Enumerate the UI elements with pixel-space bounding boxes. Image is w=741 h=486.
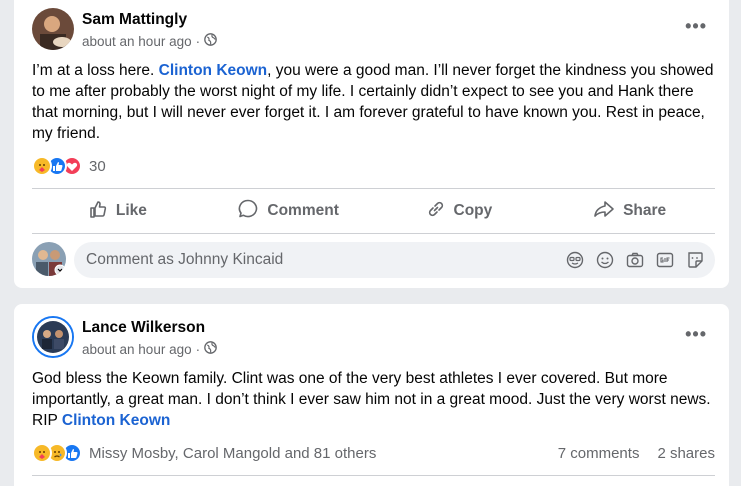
- author-avatar[interactable]: [32, 316, 74, 358]
- share-button[interactable]: Share: [544, 193, 715, 229]
- comments-count[interactable]: 7 comments: [558, 445, 640, 462]
- emoji-icon[interactable]: [595, 250, 615, 270]
- avatar-sticker-icon[interactable]: [565, 250, 585, 270]
- meta-separator: ·: [195, 341, 201, 357]
- care-reaction-icon: [32, 156, 52, 176]
- share-label: Share: [623, 202, 667, 219]
- post-text-start: I’m at a loss here.: [32, 62, 159, 79]
- post-card: Sam Mattingly about an hour ago · ••• I’…: [14, 0, 729, 288]
- author-name[interactable]: Lance Wilkerson: [82, 319, 205, 337]
- reactions-summary[interactable]: 30: [32, 156, 106, 176]
- comment-tools: [565, 250, 705, 270]
- post-text: God bless the Keown family. Clint was on…: [32, 368, 715, 431]
- copy-button[interactable]: Copy: [374, 193, 545, 229]
- reactions-summary[interactable]: Missy Mosby, Carol Mangold and 81 others: [32, 443, 376, 463]
- globe-icon: [204, 341, 217, 357]
- gif-icon[interactable]: [655, 250, 675, 270]
- post-card: Lance Wilkerson about an hour ago · ••• …: [14, 304, 729, 486]
- comment-button[interactable]: Comment: [203, 193, 374, 229]
- post-stats: 7 comments 2 shares: [558, 445, 715, 462]
- post-time[interactable]: about an hour ago: [82, 342, 192, 357]
- like-label: Like: [115, 202, 147, 219]
- post-text: I’m at a loss here. Clinton Keown, you w…: [32, 60, 715, 144]
- post-time[interactable]: about an hour ago: [82, 34, 192, 49]
- post-actions: Like Comment Copy Share: [32, 193, 715, 229]
- shares-count[interactable]: 2 shares: [657, 445, 715, 462]
- comment-icon: [237, 198, 259, 225]
- post-meta: about an hour ago ·: [82, 33, 217, 49]
- like-button[interactable]: Like: [32, 193, 203, 229]
- author-name[interactable]: Sam Mattingly: [82, 11, 187, 29]
- divider: [32, 188, 715, 189]
- globe-icon: [204, 33, 217, 49]
- copy-label: Copy: [453, 202, 493, 219]
- meta-separator: ·: [195, 33, 201, 49]
- author-avatar[interactable]: [32, 8, 74, 50]
- post-meta: about an hour ago ·: [82, 341, 217, 357]
- divider: [32, 475, 715, 476]
- reaction-names[interactable]: Missy Mosby, Carol Mangold and 81 others: [89, 445, 376, 462]
- share-icon: [593, 199, 615, 224]
- comment-composer: Comment as Johnny Kincaid: [32, 242, 715, 278]
- tagged-person-link[interactable]: Clinton Keown: [159, 62, 268, 79]
- current-user-avatar[interactable]: [32, 242, 66, 276]
- comment-label: Comment: [267, 202, 339, 219]
- like-icon: [88, 199, 108, 224]
- more-options-icon[interactable]: •••: [685, 324, 707, 345]
- divider: [32, 233, 715, 234]
- comment-placeholder: Comment as Johnny Kincaid: [86, 251, 284, 268]
- sticker-icon[interactable]: [685, 250, 705, 270]
- care-reaction-icon: [32, 443, 52, 463]
- camera-icon[interactable]: [625, 250, 645, 270]
- more-options-icon[interactable]: •••: [685, 16, 707, 37]
- tagged-person-link[interactable]: Clinton Keown: [62, 412, 171, 429]
- link-icon: [426, 199, 446, 224]
- reaction-count[interactable]: 30: [89, 158, 106, 175]
